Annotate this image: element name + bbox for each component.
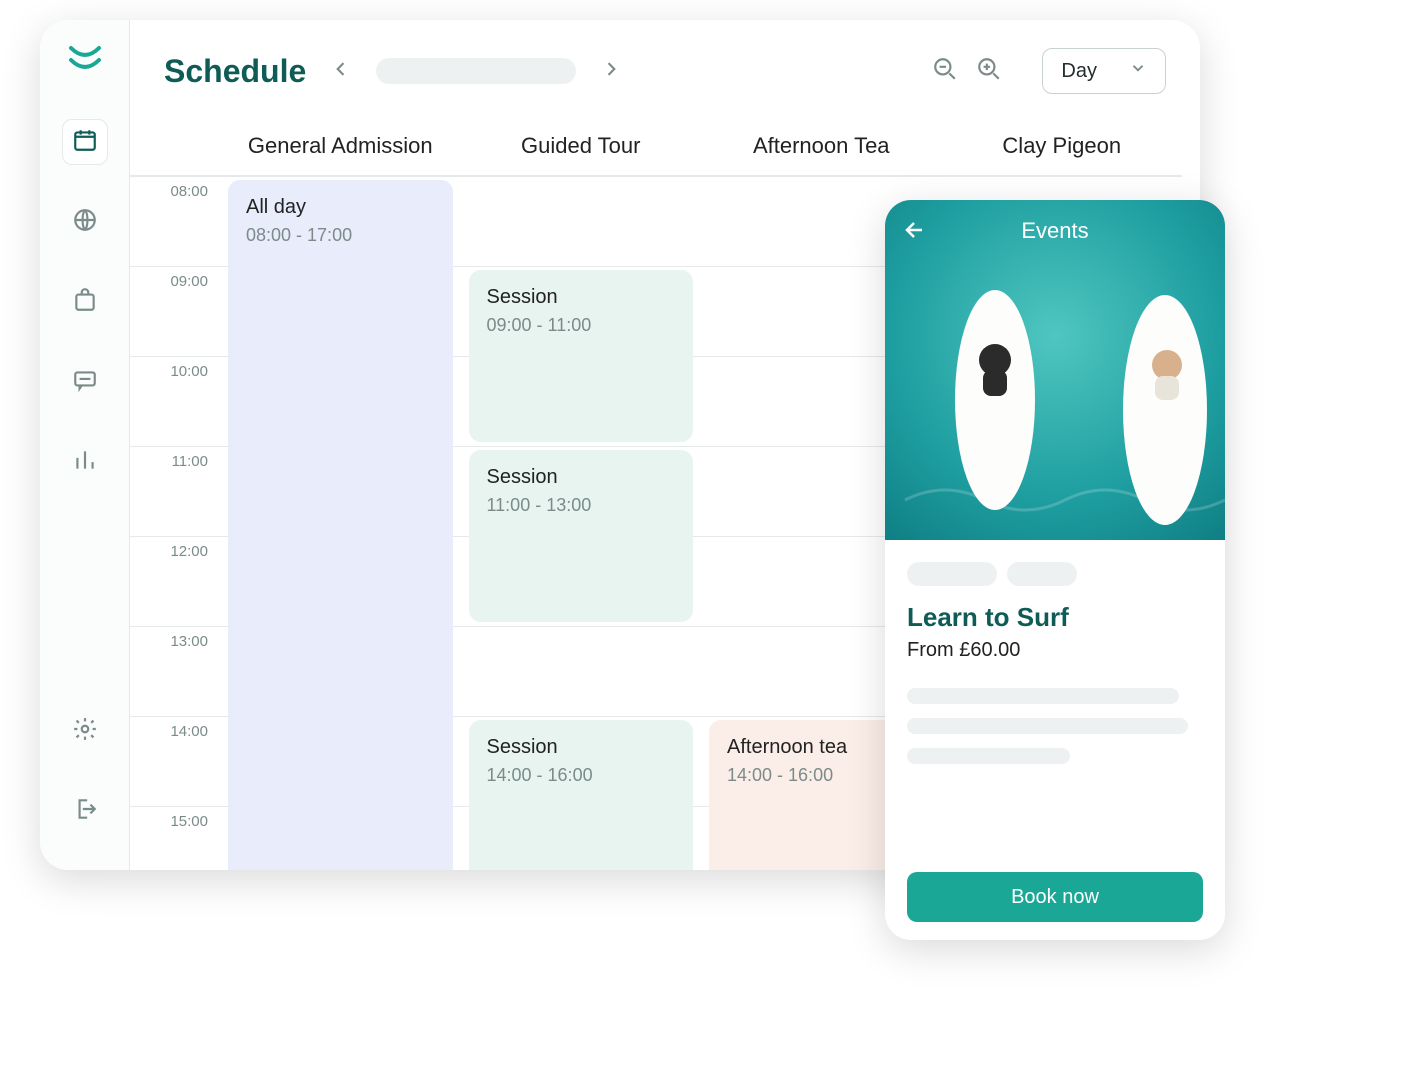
date-range-placeholder[interactable] [376,58,576,84]
message-icon [72,367,98,398]
event-hero: Events [885,200,1225,540]
nav-globe[interactable] [62,199,108,245]
topbar: Schedule [130,20,1200,116]
nav-logout[interactable] [62,788,108,834]
zoom-out-button[interactable] [932,56,958,87]
hero-top: Events [885,200,1225,262]
event-title: Session [487,466,676,489]
schedule-event[interactable]: Session 11:00 - 13:00 [469,450,694,622]
nav-chart[interactable] [62,439,108,485]
view-select-label: Day [1061,60,1097,83]
event-price: From £60.00 [907,639,1203,662]
column-header: Afternoon Tea [701,116,942,176]
schedule-event[interactable]: All day 08:00 - 17:00 [228,180,453,870]
time-label: 10:00 [130,356,220,446]
schedule-event[interactable]: Session 09:00 - 11:00 [469,270,694,442]
arrow-left-icon [903,229,927,246]
brand-logo [68,44,102,75]
event-title: All day [246,196,435,219]
column-header: General Admission [220,116,461,176]
event-title: Session [487,286,676,309]
schedule-event[interactable]: Session 14:00 - 16:00 [469,720,694,870]
book-now-button[interactable]: Book now [907,872,1203,922]
nav-bag[interactable] [62,279,108,325]
chevron-left-icon [331,59,351,84]
skeleton-line [907,718,1188,734]
event-title: Learn to Surf [907,602,1203,633]
tag-chips [907,562,1203,586]
column-header: Clay Pigeon [942,116,1183,176]
time-label: 09:00 [130,266,220,356]
skeleton-line [907,688,1179,704]
mobile-event-card: Events Learn to Surf From £60.00 Book no… [885,200,1225,940]
logout-icon [72,796,98,827]
column-header: Guided Tour [461,116,702,176]
chevron-down-icon [1129,59,1147,83]
grid-cell[interactable] [461,176,702,266]
nav-schedule[interactable] [62,119,108,165]
nav-settings[interactable] [62,708,108,754]
event-time: 08:00 - 17:00 [246,225,435,246]
gear-icon [72,716,98,747]
time-label: 13:00 [130,626,220,716]
zoom-in-button[interactable] [976,56,1002,87]
tag-chip [907,562,997,586]
view-select[interactable]: Day [1042,48,1166,94]
next-button[interactable] [594,54,628,88]
chevron-right-icon [601,59,621,84]
event-time: 09:00 - 11:00 [487,315,676,336]
bar-chart-icon [72,447,98,478]
nav-chat[interactable] [62,359,108,405]
zoom-controls [932,56,1002,87]
time-label: 15:00 [130,806,220,870]
sidebar [40,20,130,870]
event-title: Session [487,736,676,759]
tag-chip [1007,562,1077,586]
page-title: Schedule [164,53,306,90]
time-label: 08:00 [130,176,220,266]
grid-cell[interactable] [461,626,702,716]
skeleton-line [907,748,1070,764]
time-label: 11:00 [130,446,220,536]
time-label: 12:00 [130,536,220,626]
event-time: 11:00 - 13:00 [487,495,676,516]
globe-icon [72,207,98,238]
time-label: 14:00 [130,716,220,806]
zoom-in-icon [976,69,1002,86]
mobile-body: Learn to Surf From £60.00 Book now [885,540,1225,940]
zoom-out-icon [932,69,958,86]
back-button[interactable] [903,218,927,247]
mobile-section-title: Events [1021,218,1088,244]
prev-button[interactable] [324,54,358,88]
calendar-icon [72,127,98,158]
shopping-bag-icon [72,287,98,318]
event-time: 14:00 - 16:00 [487,765,676,786]
